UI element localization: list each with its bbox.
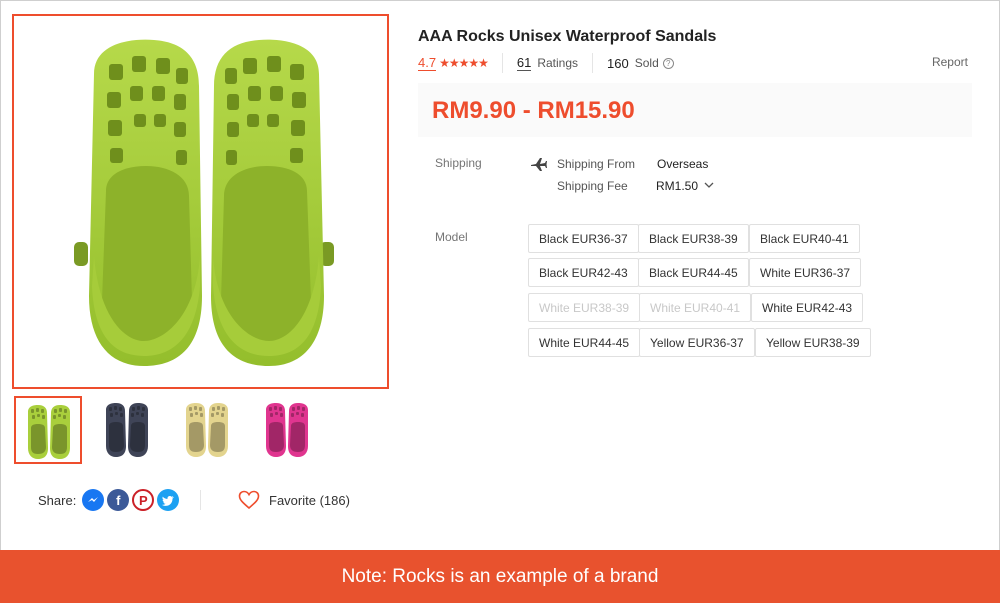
note-banner: Note: Rocks is an example of a brand <box>0 550 1000 603</box>
thumbnail-item[interactable] <box>14 396 82 464</box>
sandal-thumbnail-image <box>266 403 308 457</box>
twitter-icon[interactable] <box>157 489 180 511</box>
sandal-thumbnail-image <box>28 405 70 459</box>
shipping-label: Shipping <box>435 156 482 170</box>
variant-option[interactable]: Black EUR42-43 <box>528 258 639 287</box>
variant-option[interactable]: White EUR40-41 <box>639 293 752 322</box>
pinterest-icon[interactable]: P <box>132 489 155 511</box>
airplane-icon <box>531 158 547 171</box>
sold-label: Sold <box>634 56 659 70</box>
sold-count: 160 <box>607 55 629 71</box>
favorite-button[interactable]: Favorite (186) <box>238 488 350 512</box>
shipping-fee-value[interactable]: RM1.50 <box>656 179 698 193</box>
rating-value[interactable]: 4.7 <box>418 55 437 71</box>
variant-option[interactable]: Yellow EUR38-39 <box>755 328 871 357</box>
variant-option[interactable]: White EUR38-39 <box>528 293 641 322</box>
favorite-label: Favorite (186) <box>269 492 350 508</box>
chevron-down-icon[interactable] <box>704 181 714 189</box>
product-stats: 4.7 ★★★★★ 61 Ratings 160 Sold ? <box>418 53 674 73</box>
ratings-count[interactable]: 61 <box>516 55 532 71</box>
thumbnail-item[interactable] <box>254 396 322 464</box>
facebook-icon[interactable]: f <box>107 489 130 511</box>
shipping-from-value: Overseas <box>657 157 709 171</box>
sandal-thumbnail-image <box>186 403 228 457</box>
messenger-icon[interactable] <box>82 489 105 511</box>
rating-stars: ★★★★★ <box>439 56 489 70</box>
product-title: AAA Rocks Unisex Waterproof Sandals <box>418 28 717 45</box>
variant-option[interactable]: Black EUR36-37 <box>528 224 639 253</box>
report-link[interactable]: Report <box>932 55 968 69</box>
variant-option[interactable]: Yellow EUR36-37 <box>639 328 755 357</box>
thumbnail-item[interactable] <box>174 396 242 464</box>
variant-option[interactable]: Black EUR38-39 <box>638 224 749 253</box>
heart-icon <box>238 490 260 510</box>
price-box: RM9.90 - RM15.90 <box>418 83 972 137</box>
variant-option[interactable]: White EUR36-37 <box>749 258 862 287</box>
stat-divider <box>501 53 503 73</box>
ratings-label: Ratings <box>537 56 579 70</box>
price-range: RM9.90 - RM15.90 <box>432 97 635 124</box>
variant-option[interactable]: Black EUR40-41 <box>749 224 860 253</box>
share-row: Share: f P <box>38 488 180 512</box>
help-icon[interactable]: ? <box>662 57 674 69</box>
share-label: Share: <box>38 492 77 508</box>
variant-option[interactable]: Black EUR44-45 <box>638 258 749 287</box>
shipping-from-label: Shipping From <box>557 157 636 171</box>
variant-option[interactable]: White EUR42-43 <box>751 293 864 322</box>
sandal-thumbnail-image <box>106 403 148 457</box>
variant-option[interactable]: White EUR44-45 <box>528 328 641 357</box>
stat-divider <box>592 53 594 73</box>
thumbnail-strip <box>14 396 334 464</box>
share-divider <box>200 490 201 510</box>
main-product-image[interactable] <box>12 14 389 389</box>
shipping-fee-label: Shipping Fee <box>557 179 628 193</box>
thumbnail-item[interactable] <box>94 396 162 464</box>
model-label: Model <box>435 230 468 244</box>
